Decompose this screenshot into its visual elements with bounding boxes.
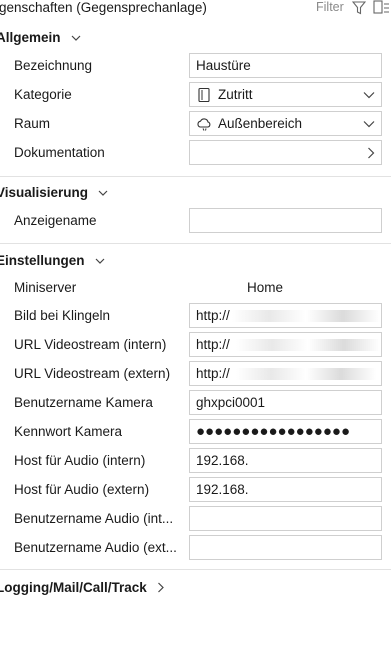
section-einstellungen-label: Einstellungen — [0, 253, 85, 268]
dokumentation-label: Dokumentation — [14, 145, 105, 160]
section-allgemein-label: Allgemein — [0, 30, 61, 45]
pw-kamera-field[interactable]: ●●●●●●●●●●●●●●●●● — [189, 419, 382, 444]
user-kamera-value: ghxpci0001 — [196, 395, 266, 410]
chevron-down-icon — [98, 190, 108, 196]
filter-icon[interactable] — [352, 1, 366, 15]
divider — [0, 569, 391, 570]
miniserver-value[interactable]: Home — [247, 280, 283, 295]
chevron-down-icon — [363, 91, 375, 98]
door-icon — [198, 87, 210, 102]
user-audio-extern-field[interactable] — [189, 535, 382, 560]
chevron-right-icon — [368, 147, 375, 158]
panel-header: igenschaften (Gegensprechanlage) Filter — [0, 0, 391, 20]
chevron-right-icon — [157, 582, 164, 593]
host-audio-intern-label: Host für Audio (intern) — [14, 453, 146, 468]
divider — [0, 243, 391, 244]
host-audio-intern-field[interactable]: 192.168. — [189, 448, 382, 473]
dokumentation-field[interactable] — [189, 140, 382, 165]
user-audio-intern-label: Benutzername Audio (int... — [14, 511, 174, 526]
raum-value: Außenbereich — [218, 116, 303, 131]
bezeichnung-value: Haustüre — [196, 58, 251, 73]
pw-kamera-label: Kennwort Kamera — [14, 424, 123, 439]
url-extern-label: URL Videostream (extern) — [14, 366, 171, 381]
chevron-down-icon — [71, 35, 80, 41]
section-einstellungen[interactable]: Einstellungen — [0, 253, 105, 268]
cloud-sun-icon — [197, 117, 211, 131]
kategorie-label: Kategorie — [14, 87, 72, 102]
section-visualisierung[interactable]: Visualisierung — [0, 185, 108, 200]
chevron-down-icon — [95, 258, 104, 264]
section-logging[interactable]: Logging/Mail/Call/Track — [0, 580, 165, 595]
section-allgemein[interactable]: Allgemein — [0, 30, 81, 45]
kategorie-select[interactable]: Zutritt — [189, 82, 382, 107]
host-audio-intern-value: 192.168. — [196, 453, 249, 468]
section-logging-label: Logging/Mail/Call/Track — [0, 580, 147, 595]
redaction-mark — [236, 339, 380, 351]
bezeichnung-label: Bezeichnung — [14, 58, 93, 73]
anzeigename-field[interactable] — [189, 208, 382, 233]
filter-label[interactable]: Filter — [316, 0, 344, 14]
kategorie-value: Zutritt — [218, 87, 253, 102]
user-audio-intern-field[interactable] — [189, 506, 382, 531]
host-audio-extern-value: 192.168. — [196, 482, 249, 497]
redaction-mark — [236, 368, 376, 380]
bild-klingeln-label: Bild bei Klingeln — [14, 308, 111, 323]
pw-kamera-value: ●●●●●●●●●●●●●●●●● — [196, 423, 351, 440]
bezeichnung-field[interactable]: Haustüre — [189, 53, 382, 78]
divider — [0, 176, 391, 177]
user-kamera-label: Benutzername Kamera — [14, 395, 153, 410]
user-kamera-field[interactable]: ghxpci0001 — [189, 390, 382, 415]
section-visualisierung-label: Visualisierung — [0, 185, 89, 200]
split-view-icon[interactable] — [373, 0, 391, 16]
panel-title: igenschaften (Gegensprechanlage) — [0, 0, 207, 15]
host-audio-extern-label: Host für Audio (extern) — [14, 482, 150, 497]
url-intern-label: URL Videostream (intern) — [14, 337, 167, 352]
raum-select[interactable]: Außenbereich — [189, 111, 382, 136]
anzeigename-label: Anzeigename — [14, 213, 97, 228]
redaction-mark — [232, 310, 380, 322]
chevron-down-icon — [363, 120, 375, 127]
host-audio-extern-field[interactable]: 192.168. — [189, 477, 382, 502]
user-audio-extern-label: Benutzername Audio (ext... — [14, 540, 177, 555]
raum-label: Raum — [14, 116, 51, 131]
miniserver-label: Miniserver — [14, 280, 77, 295]
